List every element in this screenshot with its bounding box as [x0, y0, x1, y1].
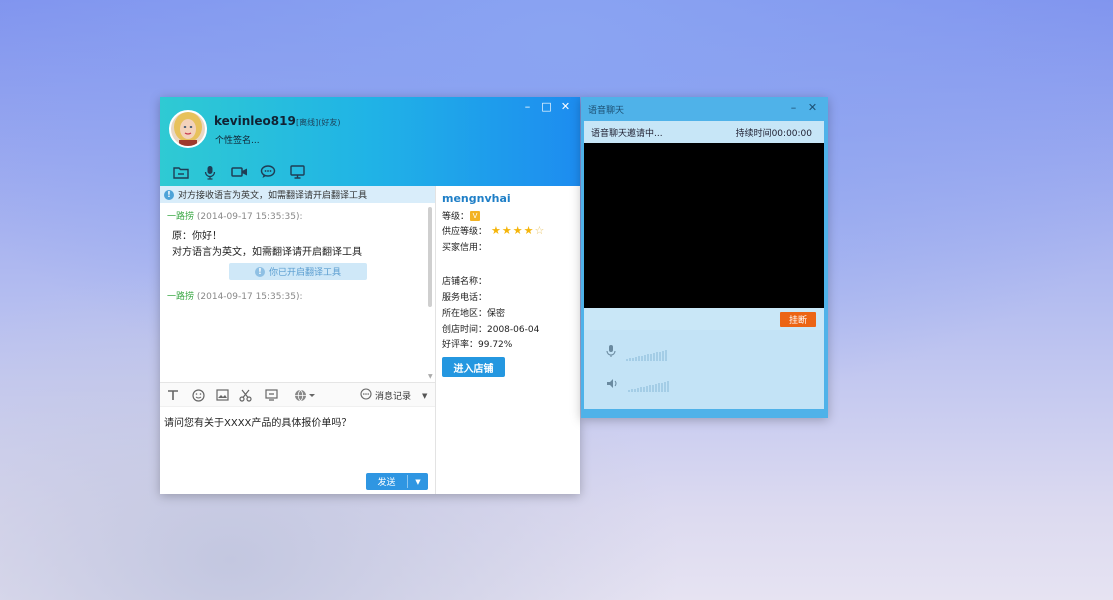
username: kevinleo819: [214, 114, 296, 128]
supplier-level-label: 供应等级：: [442, 227, 488, 237]
minimize-button[interactable]: –: [788, 102, 799, 113]
volume-controls: [584, 330, 824, 409]
editor-toolbar: 消息记录 ▼: [160, 382, 435, 407]
scissors-icon[interactable]: [238, 388, 252, 402]
level-row: 等级： V: [442, 209, 481, 222]
voice-title: 语音聊天: [588, 106, 625, 116]
seller-name[interactable]: mengnvhai: [442, 192, 511, 205]
minimize-button[interactable]: –: [522, 101, 533, 112]
notice-text: 对方接收语言为英文，如需翻译请开启翻译工具: [178, 191, 368, 201]
seller-panel: mengnvhai 等级： V 供应等级： ★★★★☆ 买家信用： 店铺名称： …: [436, 186, 580, 494]
microphone-volume[interactable]: [606, 345, 667, 361]
microphone-icon[interactable]: [200, 164, 220, 180]
microphone-level-bars: [626, 350, 667, 361]
send-button[interactable]: 发送 ▼: [366, 473, 428, 490]
enter-shop-button[interactable]: 进入店铺: [442, 357, 505, 377]
monitor-icon[interactable]: [287, 164, 307, 180]
friend-status: [离线](好友): [296, 118, 341, 127]
info-icon: !: [164, 189, 174, 200]
translate-status-label: 你已开启翻译工具: [268, 268, 341, 278]
history-label: 消息记录: [375, 392, 412, 402]
scrollbar[interactable]: [428, 207, 432, 307]
history-icon: [360, 388, 372, 403]
rating-stars-icon: ★★★★☆: [491, 224, 546, 237]
window-controls: – □ ✕: [522, 101, 571, 112]
buyer-credit: 买家信用：: [442, 243, 488, 253]
message-sender: 一路捞: [167, 212, 195, 222]
close-button[interactable]: ✕: [560, 101, 571, 112]
scroll-down-icon[interactable]: ▼: [428, 373, 433, 380]
level-badge-icon: V: [470, 210, 481, 221]
hangup-button[interactable]: 挂断: [780, 312, 816, 327]
message-input[interactable]: 请问您有关于XXXX产品的具体报价单吗？: [164, 414, 351, 429]
speaker-level-bars: [628, 381, 669, 392]
region: 所在地区：保密: [442, 309, 506, 319]
text-format-icon[interactable]: [166, 388, 180, 402]
voice-action-bar: 挂断: [584, 308, 824, 330]
maximize-button[interactable]: □: [541, 101, 552, 112]
call-duration: 持续时间00:00:00: [735, 129, 812, 139]
folder-icon[interactable]: [171, 164, 191, 180]
send-options-icon[interactable]: ▼: [408, 478, 428, 486]
send-label: 发送: [366, 475, 408, 488]
chat-header: kevinleo819 [离线](好友) 个性签名... – □ ✕: [160, 97, 580, 186]
microphone-icon: [606, 345, 616, 361]
signature[interactable]: 个性签名...: [215, 133, 260, 146]
message-time: (2014-09-17 15:35:35):: [196, 292, 303, 302]
voice-status-bar: 语音聊天邀请中... 持续时间00:00:00: [584, 121, 824, 143]
founded-date: 创店时间：2008-06-04: [442, 325, 540, 335]
emoji-icon[interactable]: [191, 388, 205, 402]
video-camera-icon[interactable]: [229, 164, 249, 180]
supplier-level-row: 供应等级： ★★★★☆: [442, 224, 545, 237]
service-phone: 服务电话：: [442, 293, 488, 303]
translation-notice: ! 对方接收语言为英文，如需翻译请开启翻译工具: [160, 186, 435, 203]
voice-status: 语音聊天邀请中...: [591, 129, 663, 139]
speaker-icon: [606, 378, 618, 392]
message-line: 对方语言为英文，如需翻译请开启翻译工具: [172, 247, 362, 258]
image-icon[interactable]: [215, 388, 229, 402]
speaker-volume[interactable]: [606, 378, 669, 392]
voice-chat-window: 语音聊天 – ✕ 语音聊天邀请中... 持续时间00:00:00 挂断: [581, 97, 828, 418]
close-button[interactable]: ✕: [807, 102, 818, 113]
chat-window: kevinleo819 [离线](好友) 个性签名... – □ ✕ ! 对方接…: [160, 97, 580, 494]
translate-globe-icon[interactable]: [293, 388, 317, 402]
chevron-down-icon: ▼: [422, 391, 428, 400]
message-list: 一路捞 (2014-09-17 15:35:35): 原：你好！ 对方语言为英文…: [160, 203, 435, 383]
video-area: [584, 143, 824, 308]
screenshot-icon[interactable]: [264, 388, 278, 402]
positive-rating: 好评率：99.72%: [442, 340, 513, 350]
message-time: (2014-09-17 15:35:35):: [196, 212, 303, 222]
shop-name: 店铺名称：: [442, 277, 488, 287]
message-header: 一路捞 (2014-09-17 15:35:35):: [167, 209, 303, 222]
chat-toolbar: [171, 164, 307, 180]
voice-window-controls: – ✕: [788, 102, 818, 113]
message-sender: 一路捞: [167, 292, 195, 302]
chat-bubbles-icon[interactable]: [258, 164, 278, 180]
message-header: 一路捞 (2014-09-17 15:35:35):: [167, 289, 303, 302]
info-icon: !: [254, 266, 265, 277]
avatar[interactable]: [169, 110, 207, 148]
message-line: 原：你好！: [172, 231, 222, 242]
history-button[interactable]: 消息记录 ▼: [360, 388, 427, 403]
level-label: 等级：: [442, 212, 470, 222]
translate-status-button[interactable]: ! 你已开启翻译工具: [229, 263, 367, 280]
